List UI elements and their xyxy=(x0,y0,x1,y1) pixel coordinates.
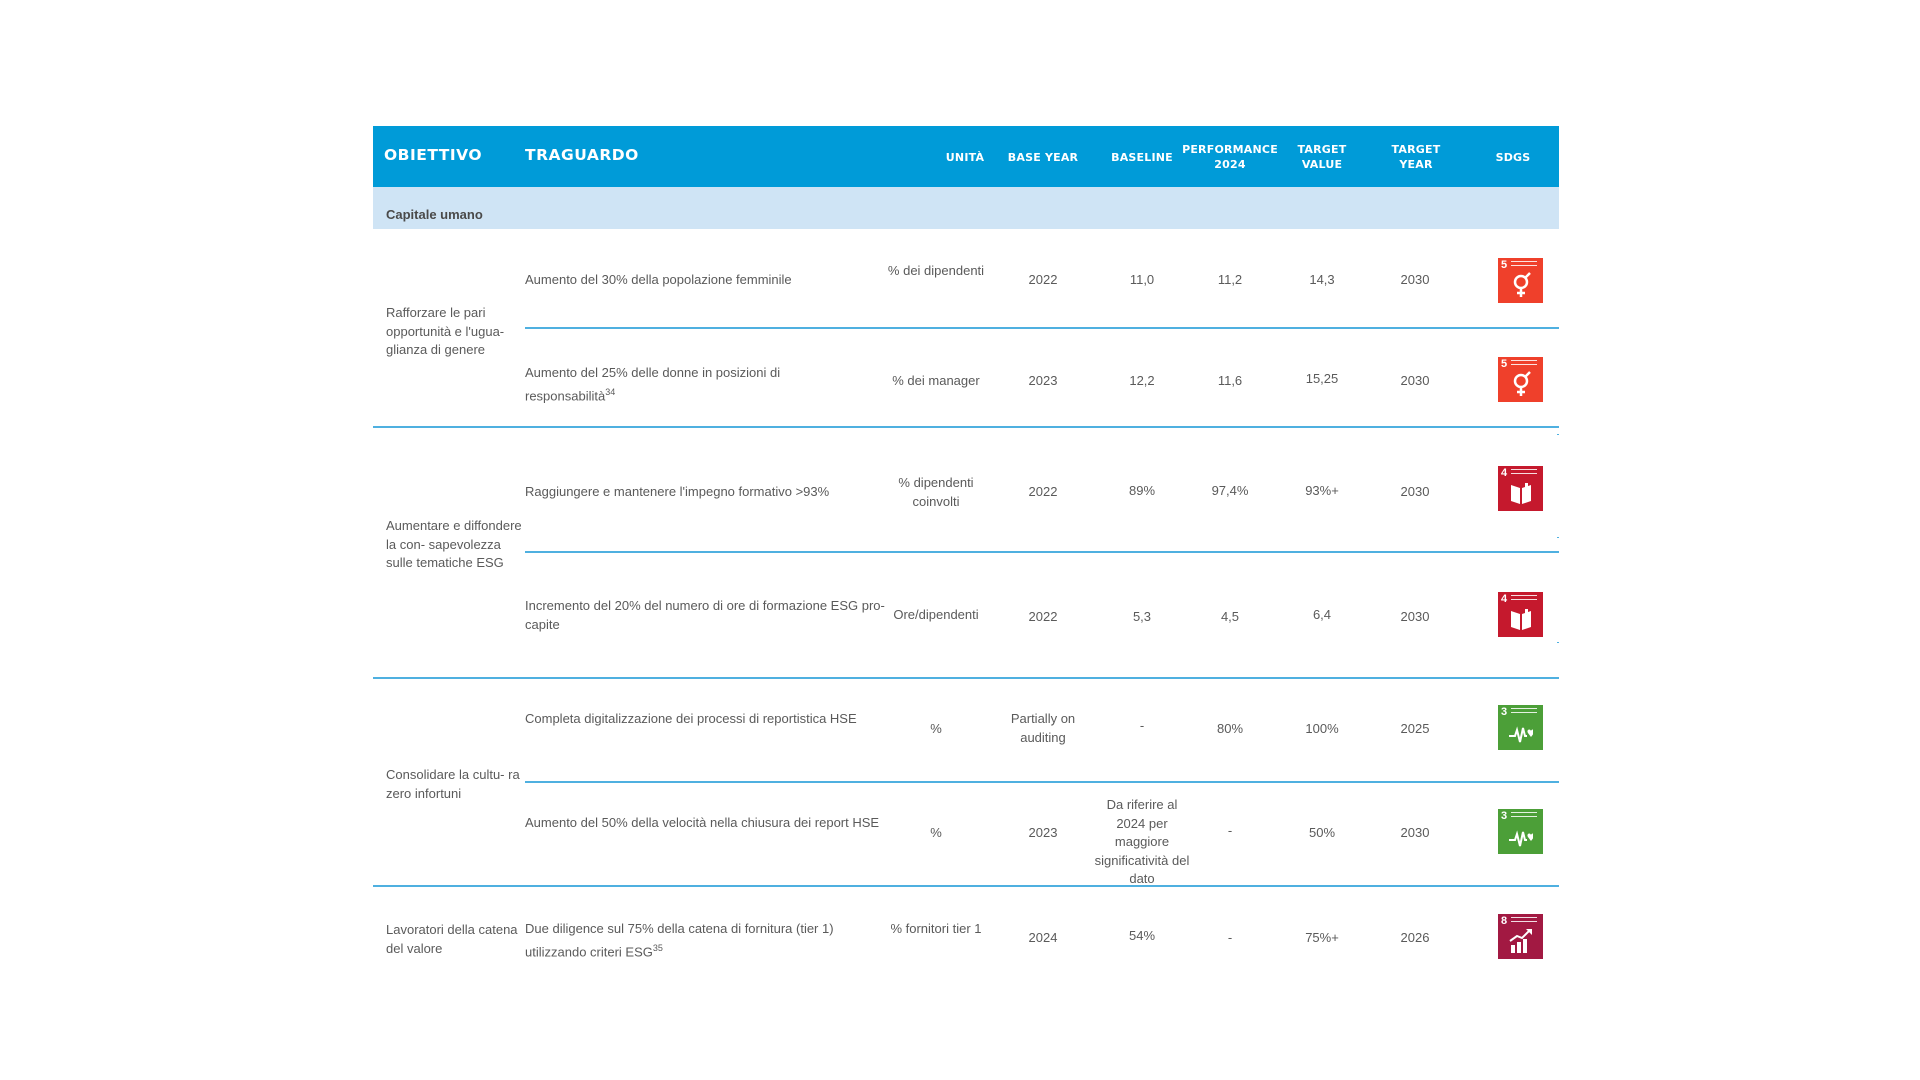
base-year-cell: 2023 xyxy=(1028,825,1058,840)
base-year-cell: 2022 xyxy=(1028,272,1058,287)
target-year-cell: 2030 xyxy=(1400,484,1430,499)
divider-tick xyxy=(1557,537,1559,538)
target-year-cell: 2030 xyxy=(1400,373,1430,388)
baseline-cell: - xyxy=(1139,718,1145,733)
base-year-cell: 2023 xyxy=(1028,373,1058,388)
baseline-cell: 12,2 xyxy=(1129,373,1155,388)
performance-cell: 4,5 xyxy=(1220,609,1240,624)
traguardo-cell: Aumento del 25% delle donne in posizioni… xyxy=(525,365,781,403)
header-target-year: TARGET YEAR xyxy=(1391,143,1441,171)
header-performance: PERFORMANCE 2024 xyxy=(1182,143,1278,171)
target-value-cell: 100% xyxy=(1305,721,1339,736)
divider-tick xyxy=(1557,642,1559,643)
objective-zero-infortuni: Consolidare la cultu- ra zero infortuni xyxy=(386,767,520,801)
target-year-cell: 2030 xyxy=(1400,825,1430,840)
baseline-cell: 11,0 xyxy=(1129,272,1155,287)
group-divider xyxy=(373,426,1559,428)
row-divider xyxy=(525,327,1559,329)
objective-catena-valore: Lavoratori della catena del valore xyxy=(386,922,518,956)
header-unita: UNITÀ xyxy=(945,151,985,164)
section-capitale-umano: Capitale umano xyxy=(373,187,1559,229)
sdg-8-decent-work-icon: 8 xyxy=(1498,914,1543,959)
group-divider xyxy=(373,885,1559,887)
target-year-cell: 2026 xyxy=(1400,930,1430,945)
unita-cell: % dipendenti coinvolti xyxy=(898,475,974,509)
target-year-cell: 2030 xyxy=(1400,609,1430,624)
header-baseline: BASELINE xyxy=(1111,151,1173,164)
sdg-4-quality-education-icon: 4 xyxy=(1498,592,1543,637)
traguardo-cell: Aumento del 30% della popolazione femmin… xyxy=(525,272,792,287)
sdg-5-gender-equality-icon: 5 xyxy=(1498,258,1543,303)
section-title: Capitale umano xyxy=(386,207,483,222)
baseline-cell: 54% xyxy=(1128,928,1156,943)
performance-cell: 11,2 xyxy=(1217,272,1243,287)
unita-cell: Ore/dipendenti xyxy=(893,607,979,622)
sdg-4-quality-education-icon: 4 xyxy=(1498,466,1543,511)
row-divider xyxy=(525,551,1559,553)
base-year-cell: Partially on auditing xyxy=(1010,711,1076,745)
header-sdgs: SDGS xyxy=(1495,151,1531,164)
traguardo-cell: Aumento del 50% della velocità nella chi… xyxy=(525,815,880,830)
row-divider xyxy=(525,781,1559,783)
sdg-3-good-health-icon: 3 xyxy=(1498,705,1543,750)
target-value-cell: 50% xyxy=(1308,825,1336,840)
baseline-cell: Da riferire al 2024 per maggiore signifi… xyxy=(1094,797,1190,886)
objective-pari-opportunita: Rafforzare le pari opportunità e l'ugua-… xyxy=(386,305,505,357)
traguardo-cell: Completa digitalizzazione dei processi d… xyxy=(525,711,857,726)
base-year-cell: 2022 xyxy=(1028,609,1058,624)
header-obiettivo: OBIETTIVO xyxy=(384,146,483,164)
traguardo-cell: Due diligence sul 75% della catena di fo… xyxy=(525,921,834,959)
target-value-cell: 14,3 xyxy=(1309,272,1335,287)
header-base-year: BASE YEAR xyxy=(1007,151,1079,164)
unita-cell: % fornitori tier 1 xyxy=(890,921,982,936)
performance-cell: - xyxy=(1227,823,1233,838)
group-divider xyxy=(373,677,1559,679)
target-value-cell: 93%+ xyxy=(1305,483,1339,498)
target-value-cell: 15,25 xyxy=(1305,371,1339,386)
baseline-cell: 89% xyxy=(1128,483,1156,498)
header-target-value: TARGET VALUE xyxy=(1297,143,1347,171)
performance-cell: 97,4% xyxy=(1211,483,1249,498)
sdg-5-gender-equality-icon: 5 xyxy=(1498,357,1543,402)
base-year-cell: 2024 xyxy=(1028,930,1058,945)
target-value-cell: 6,4 xyxy=(1312,607,1332,622)
unita-cell: % dei manager xyxy=(892,373,980,388)
baseline-cell: 5,3 xyxy=(1132,609,1152,624)
unita-cell: % xyxy=(930,825,942,840)
objective-consapevolezza-esg: Aumentare e diffondere la con- sapevolez… xyxy=(386,518,522,570)
table-header: OBIETTIVO TRAGUARDO UNITÀ BASE YEAR BASE… xyxy=(373,126,1559,187)
target-value-cell: 75%+ xyxy=(1305,930,1339,945)
unita-cell: % dei dipendenti xyxy=(887,263,985,278)
target-year-cell: 2025 xyxy=(1400,721,1430,736)
unita-cell: % xyxy=(930,721,942,736)
divider-tick xyxy=(1557,434,1559,435)
performance-cell: - xyxy=(1227,930,1233,945)
target-year-cell: 2030 xyxy=(1400,272,1430,287)
traguardo-cell: Incremento del 20% del numero di ore di … xyxy=(525,598,885,632)
performance-cell: 80% xyxy=(1216,721,1244,736)
sdg-3-good-health-icon: 3 xyxy=(1498,809,1543,854)
traguardo-cell: Raggiungere e mantenere l'impegno format… xyxy=(525,484,830,499)
header-traguardo: TRAGUARDO xyxy=(525,146,639,164)
base-year-cell: 2022 xyxy=(1028,484,1058,499)
performance-cell: 11,6 xyxy=(1217,373,1243,388)
